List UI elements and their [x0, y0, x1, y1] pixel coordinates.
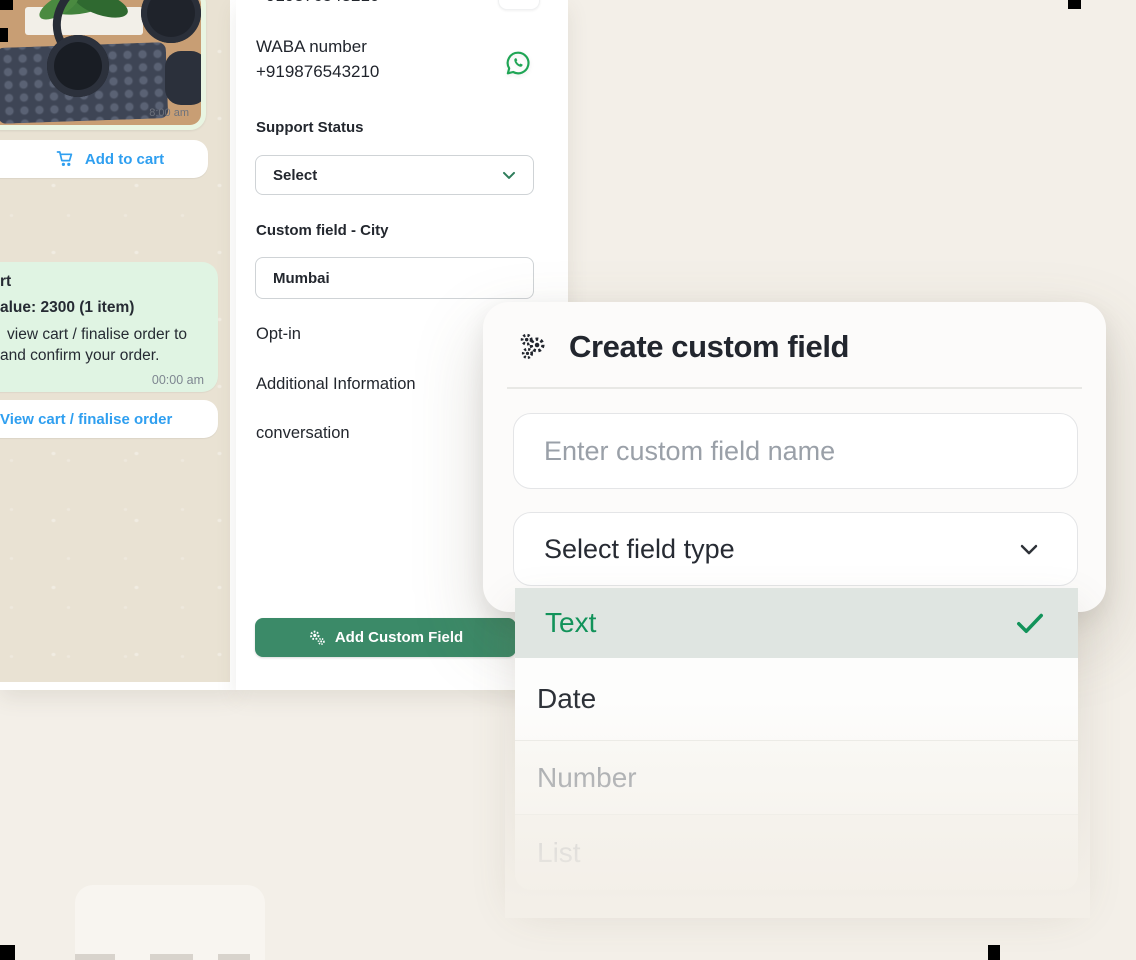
chat-wallpaper: 8:00 am Add to cart rt alue: 2300 (1 ite…	[0, 0, 230, 682]
additional-information-link[interactable]: Additional Information	[256, 375, 416, 394]
product-photo-mouse	[165, 51, 206, 105]
view-cart-link[interactable]: View cart / finalise order	[0, 411, 172, 428]
custom-field-city-input[interactable]: Mumbai	[255, 257, 534, 299]
artifact	[1068, 0, 1081, 9]
field-type-option-date[interactable]: Date	[515, 658, 1078, 740]
conversation-link[interactable]: conversation	[256, 424, 350, 443]
modal-title: Create custom field	[569, 329, 849, 365]
option-label: List	[537, 837, 581, 869]
chevron-down-icon	[499, 165, 519, 185]
support-status-select[interactable]: Select	[255, 155, 534, 195]
message-timestamp: 8:00 am	[149, 107, 189, 119]
cart-summary-message: rt alue: 2300 (1 item) view cart / final…	[0, 262, 218, 392]
product-image-message: 8:00 am	[0, 0, 206, 130]
custom-field-name-input[interactable]	[514, 414, 1077, 488]
artifact	[988, 945, 1000, 960]
option-label: Number	[537, 762, 637, 794]
check-icon	[1012, 605, 1048, 641]
add-to-cart-label: Add to cart	[85, 151, 164, 168]
field-type-placeholder: Select field type	[544, 534, 735, 565]
ghost-bar	[218, 954, 250, 960]
cart-icon	[56, 150, 76, 168]
custom-field-city-label: Custom field - City	[256, 222, 389, 239]
add-custom-field-label: Add Custom Field	[335, 629, 463, 646]
opt-in-link[interactable]: Opt-in	[256, 325, 301, 344]
whatsapp-icon	[503, 48, 533, 78]
ghost-bar	[150, 954, 193, 960]
copy-button-cut[interactable]	[498, 0, 540, 10]
ghost-card	[75, 885, 265, 960]
waba-number-value: +919876543210	[256, 62, 379, 82]
option-label: Text	[545, 607, 596, 639]
support-status-value: Select	[273, 167, 317, 184]
field-type-option-number[interactable]: Number	[515, 740, 1078, 814]
field-type-option-list[interactable]: List	[515, 814, 1078, 890]
cart-summary-title: rt	[0, 271, 206, 292]
gears-icon	[516, 330, 548, 364]
cart-summary-text-line: view cart / finalise order to	[0, 324, 206, 345]
ghost-bar	[75, 954, 115, 960]
create-custom-field-modal: Create custom field Select field type	[483, 302, 1106, 612]
contact-phone-cut: +919876543210	[256, 0, 379, 6]
view-cart-link-message[interactable]: View cart / finalise order	[0, 400, 218, 438]
artifact	[0, 945, 15, 960]
add-custom-field-button[interactable]: Add Custom Field	[255, 618, 516, 657]
field-type-select[interactable]: Select field type	[513, 512, 1078, 586]
artifact	[0, 28, 8, 42]
option-label: Date	[537, 683, 596, 715]
support-status-label: Support Status	[256, 119, 364, 136]
field-type-option-text[interactable]: Text	[515, 588, 1078, 658]
cart-summary-value: alue: 2300 (1 item)	[0, 297, 206, 318]
add-to-cart-button[interactable]: Add to cart	[0, 140, 208, 178]
divider	[507, 387, 1082, 389]
message-timestamp: 00:00 am	[0, 370, 206, 391]
waba-number-label: WABA number	[256, 37, 367, 57]
custom-field-name-field	[513, 413, 1078, 489]
page: 8:00 am Add to cart rt alue: 2300 (1 ite…	[0, 0, 1136, 960]
field-type-dropdown: Text Date Number List	[515, 588, 1078, 890]
chevron-down-icon	[1015, 535, 1043, 563]
custom-field-city-value: Mumbai	[273, 270, 330, 287]
gears-icon	[308, 629, 326, 647]
product-photo-headphones	[47, 35, 109, 97]
modal-header: Create custom field	[516, 329, 849, 365]
cart-summary-text-line: and confirm your order.	[0, 345, 206, 366]
whatsapp-action-button[interactable]	[502, 47, 534, 79]
product-photo-headphones	[141, 0, 201, 43]
artifact	[0, 0, 13, 10]
chat-panel: 8:00 am Add to cart rt alue: 2300 (1 ite…	[0, 0, 236, 690]
